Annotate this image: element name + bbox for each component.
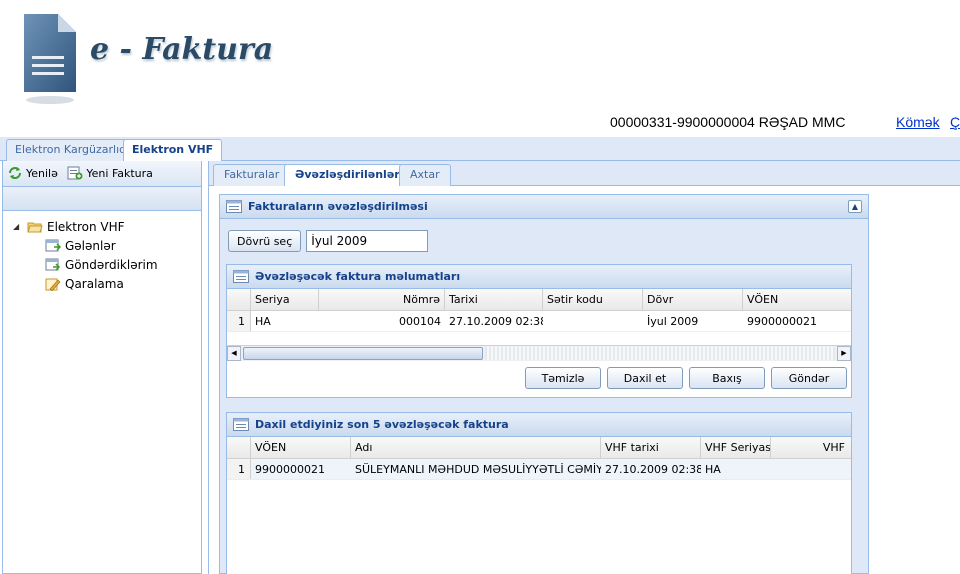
tree-expand-icon[interactable]: ◢	[13, 222, 23, 231]
column-header[interactable]: Adı	[351, 437, 601, 458]
new-invoice-button[interactable]: Yeni Faktura	[67, 164, 153, 182]
sub-tabbar: Fakturalar Əvəzləşdirilənlər Axtar	[208, 161, 960, 187]
column-header[interactable]: Nömrə	[319, 289, 445, 310]
invoice-replacement-panel: Fakturaların əvəzləşdirilməsi ▲ Dövrü se…	[219, 194, 869, 574]
table-cell	[543, 311, 643, 331]
table-row[interactable]: 1 9900000021 SÜLEYMANLI MƏHDUD MƏSULİYYƏ…	[227, 459, 851, 480]
panel-title: Daxil etdiyiniz son 5 əvəzləşəcək faktur…	[255, 418, 509, 431]
panel-header: Fakturaların əvəzləşdirilməsi ▲	[220, 195, 868, 219]
draft-icon	[45, 278, 61, 291]
tab-elektron-vhf[interactable]: Elektron VHF	[123, 139, 223, 162]
scroll-right-icon[interactable]: ▶	[837, 346, 851, 361]
column-header[interactable]: VÖEN	[251, 437, 351, 458]
select-period-button[interactable]: Dövrü seç	[228, 230, 302, 252]
column-header[interactable]: VHF Seriyası	[701, 437, 771, 458]
table-cell: SÜLEYMANLI MƏHDUD MƏSULİYYƏTLİ CƏMİY...	[355, 463, 601, 476]
table-cell: 9900000021	[255, 463, 325, 476]
tree-root-label: Elektron VHF	[47, 219, 125, 234]
column-header-rownum	[227, 437, 251, 458]
table-cell: İyul 2009	[647, 315, 699, 328]
tab-elektron-karguzarliq[interactable]: Elektron Kargüzarlıq	[6, 139, 136, 161]
panel-title: Fakturaların əvəzləşdirilməsi	[248, 200, 428, 213]
app-title: e - Faktura	[90, 32, 274, 67]
table-cell: HA	[705, 463, 721, 476]
period-field[interactable]	[306, 230, 429, 252]
scroll-left-icon[interactable]: ◀	[227, 346, 241, 361]
inbox-icon	[45, 239, 61, 251]
column-header[interactable]: Seriya	[251, 289, 319, 310]
table-row[interactable]: 1 HA 000104 27.10.2009 02:38... İyul 200…	[227, 311, 851, 332]
column-header[interactable]: VÖEN	[743, 289, 839, 310]
panel-header: Daxil etdiyiniz son 5 əvəzləşəcək faktur…	[227, 413, 851, 437]
panel-title: Əvəzləşəcək faktura məlumatları	[255, 270, 461, 283]
tab-fakturalar[interactable]: Fakturalar	[213, 164, 291, 186]
panel-list-icon	[233, 418, 249, 431]
outbox-icon	[45, 258, 61, 271]
column-header[interactable]: Dövr	[643, 289, 743, 310]
tree-item-label: Qaralama	[65, 276, 124, 291]
enter-button[interactable]: Daxil et	[607, 367, 683, 389]
view-button[interactable]: Baxış	[689, 367, 765, 389]
new-invoice-label: Yeni Faktura	[86, 166, 153, 180]
row-number: 1	[227, 459, 251, 479]
scroll-track[interactable]	[485, 347, 835, 360]
exit-link[interactable]: Ç	[950, 114, 960, 130]
column-header[interactable]: Sətir kodu	[543, 289, 643, 310]
help-link[interactable]: Kömək	[896, 114, 940, 130]
tab-axtar[interactable]: Axtar	[399, 164, 451, 186]
horizontal-scrollbar[interactable]: ◀ ▶	[227, 345, 851, 361]
refresh-icon	[9, 167, 21, 179]
left-toolbar: Yenilə Yeni Faktura	[3, 161, 201, 187]
recent-invoices-panel: Daxil etdiyiniz son 5 əvəzləşəcək faktur…	[226, 412, 852, 574]
scroll-thumb[interactable]	[243, 347, 483, 360]
tree-item-qaralama[interactable]: Qaralama	[13, 274, 201, 293]
grid-header: VÖEN Adı VHF tarixi VHF Seriyası VHF	[227, 437, 851, 459]
left-panel: Yenilə Yeni Faktura ◢ Elektron VHF Gələn…	[2, 161, 202, 574]
table-cell: 000104	[399, 315, 441, 328]
table-cell: 27.10.2009 02:38...	[449, 315, 543, 328]
nav-tree: ◢ Elektron VHF Gələnlər Göndərdiklərim Q…	[3, 211, 201, 293]
panel-list-icon	[233, 270, 249, 283]
invoice-details-panel: Əvəzləşəcək faktura məlumatları Seriya N…	[226, 264, 852, 398]
panel-header: Əvəzləşəcək faktura məlumatları	[227, 265, 851, 289]
user-info: 00000331-9900000004 RƏŞAD MMC	[610, 114, 846, 130]
new-invoice-icon	[67, 166, 83, 180]
send-button[interactable]: Göndər	[771, 367, 847, 389]
row-number: 1	[227, 311, 251, 331]
tree-item-label: Gələnlər	[65, 238, 116, 253]
content-area: Fakturaların əvəzləşdirilməsi ▲ Dövrü se…	[208, 186, 960, 574]
tree-item-gelenler[interactable]: Gələnlər	[13, 236, 201, 255]
grid-header: Seriya Nömrə Tarixi Sətir kodu Dövr VÖEN	[227, 289, 851, 311]
left-subbar	[3, 187, 201, 211]
refresh-label: Yenilə	[26, 166, 58, 180]
refresh-button[interactable]: Yenilə	[7, 164, 58, 182]
collapse-icon[interactable]: ▲	[848, 200, 862, 213]
tree-root-elektron-vhf[interactable]: ◢ Elektron VHF	[13, 217, 201, 236]
tree-item-label: Göndərdiklərim	[65, 257, 158, 272]
table-cell: 27.10.2009 02:38...	[605, 463, 701, 476]
table-cell: HA	[255, 315, 271, 328]
table-cell: 9900000021	[747, 315, 817, 328]
table-cell	[771, 459, 849, 479]
column-header[interactable]: Tarixi	[445, 289, 543, 310]
action-buttons: Təmizlə Daxil et Baxış Göndər	[525, 367, 847, 389]
document-logo-icon	[24, 14, 76, 104]
tree-item-gonderdiklerim[interactable]: Göndərdiklərim	[13, 255, 201, 274]
tab-evezlesdirilenler[interactable]: Əvəzləşdirilənlər	[284, 164, 411, 187]
column-header[interactable]: VHF tarixi	[601, 437, 701, 458]
folder-open-icon	[27, 222, 43, 232]
column-header-rownum	[227, 289, 251, 310]
panel-list-icon	[226, 200, 242, 213]
right-area: Fakturalar Əvəzləşdirilənlər Axtar Faktu…	[208, 161, 960, 574]
main-tabbar: Elektron Kargüzarlıq Elektron VHF	[0, 137, 960, 162]
clear-button[interactable]: Təmizlə	[525, 367, 601, 389]
column-header[interactable]: VHF	[771, 437, 849, 458]
period-row: Dövrü seç	[228, 230, 429, 252]
app-header: e - Faktura 00000331-9900000004 RƏŞAD MM…	[0, 0, 960, 137]
